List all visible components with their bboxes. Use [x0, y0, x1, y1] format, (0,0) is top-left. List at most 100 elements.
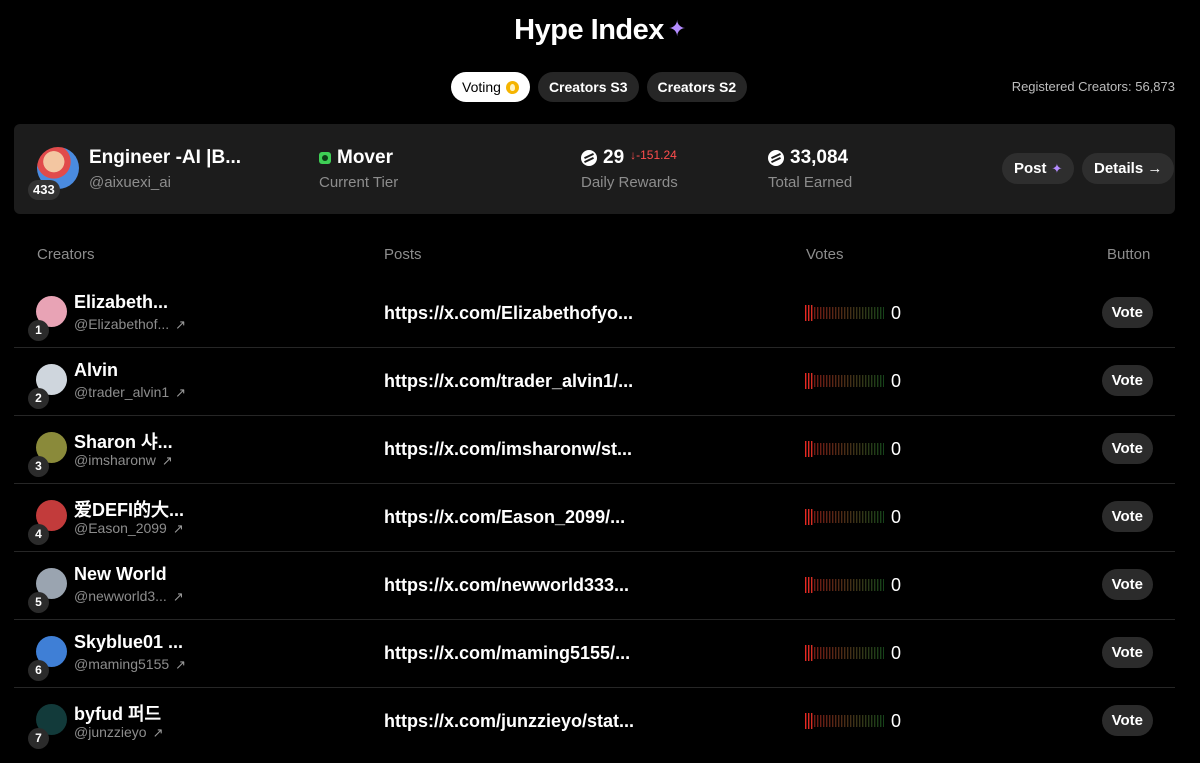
sparkle-icon: ✦	[1051, 160, 1063, 176]
vote-meter-tick	[847, 511, 849, 523]
vote-meter-tick	[859, 579, 861, 591]
creator-handle-link[interactable]: @imsharonw ↗	[74, 452, 173, 469]
vote-meter-tick	[823, 443, 825, 455]
vote-meter-tick	[841, 511, 843, 523]
vote-meter-tick	[847, 647, 849, 659]
vote-meter-tick	[874, 511, 876, 523]
vote-meter-tick	[829, 511, 831, 523]
tab-creators-s3[interactable]: Creators S3	[537, 72, 639, 102]
tier-value: Mover	[337, 147, 393, 168]
tab-voting[interactable]: Voting	[451, 72, 530, 102]
vote-meter-tick	[850, 443, 852, 455]
creator-handle-link[interactable]: @Elizabethof... ↗	[74, 316, 186, 333]
post-link[interactable]: https://x.com/maming5155/...	[384, 643, 630, 664]
creator-handle-link[interactable]: @maming5155 ↗	[74, 656, 186, 673]
post-button-label: Post	[1014, 160, 1047, 177]
vote-button[interactable]: Vote	[1101, 705, 1153, 736]
vote-meter-tick	[862, 443, 864, 455]
vote-button[interactable]: Vote	[1101, 297, 1153, 328]
vote-meter-tick	[847, 307, 849, 319]
rank-badge: 6	[28, 660, 49, 681]
vote-meter-tick	[832, 511, 834, 523]
vote-meter-tick	[820, 375, 822, 387]
vote-meter-tick	[826, 511, 828, 523]
daily-rewards-value: 29	[603, 147, 625, 168]
vote-meter-tick	[838, 511, 840, 523]
table-row: 5 New World @newworld3... ↗ https://x.com…	[14, 552, 1175, 620]
vote-button[interactable]: Vote	[1101, 569, 1153, 600]
vote-meter-tick	[811, 577, 813, 593]
post-link[interactable]: https://x.com/junzzieyo/stat...	[384, 711, 634, 732]
vote-meter-tick	[805, 305, 807, 321]
token-icon	[768, 150, 784, 166]
post-link[interactable]: https://x.com/trader_alvin1/...	[384, 371, 633, 392]
vote-meter-tick	[877, 511, 879, 523]
vote-button[interactable]: Vote	[1101, 637, 1153, 668]
tab-creators-s2-label: Creators S2	[657, 79, 737, 95]
vote-button[interactable]: Vote	[1101, 433, 1153, 464]
vote-meter-tick	[877, 307, 879, 319]
vote-meter-tick	[844, 307, 846, 319]
post-link[interactable]: https://x.com/Elizabethofyo...	[384, 303, 633, 324]
post-link[interactable]: https://x.com/Eason_2099/...	[384, 507, 625, 528]
vote-meter-tick	[805, 577, 807, 593]
vote-meter-tick	[838, 647, 840, 659]
vote-meter-tick	[814, 647, 816, 659]
vote-meter-tick	[865, 511, 867, 523]
vote-meter-tick	[808, 373, 810, 389]
vote-meter-tick	[847, 443, 849, 455]
post-link[interactable]: https://x.com/imsharonw/st...	[384, 439, 632, 460]
vote-button[interactable]: Vote	[1101, 365, 1153, 396]
vote-meter-tick	[871, 511, 873, 523]
table-row: 3 Sharon 샤... @imsharonw ↗ https://x.com/…	[14, 416, 1175, 484]
vote-button[interactable]: Vote	[1101, 501, 1153, 532]
vote-meter-tick	[829, 443, 831, 455]
details-button[interactable]: Details →	[1082, 153, 1175, 184]
page-title-text: Hype Index	[514, 14, 664, 46]
vote-meter-tick	[832, 443, 834, 455]
vote-meter-tick	[823, 647, 825, 659]
vote-meter-tick	[850, 647, 852, 659]
vote-meter	[805, 509, 884, 525]
post-link[interactable]: https://x.com/newworld333...	[384, 575, 629, 596]
vote-meter-tick	[841, 647, 843, 659]
vote-meter-tick	[883, 579, 884, 591]
vote-meter-tick	[835, 579, 837, 591]
vote-meter-tick	[871, 375, 873, 387]
vote-meter-tick	[820, 443, 822, 455]
vote-meter-tick	[841, 375, 843, 387]
column-header-posts: Posts	[384, 246, 422, 263]
vote-meter-tick	[832, 647, 834, 659]
vote-meter-tick	[880, 443, 882, 455]
creator-handle-link[interactable]: @newworld3... ↗	[74, 588, 184, 605]
creator-handle-link[interactable]: @Eason_2099 ↗	[74, 520, 184, 537]
tier-label: Current Tier	[319, 174, 399, 191]
creator-handle-link[interactable]: @junzzieyo ↗	[74, 724, 163, 741]
vote-meter-tick	[883, 307, 884, 319]
vote-meter-tick	[832, 307, 834, 319]
vote-meter-tick	[817, 307, 819, 319]
flame-icon	[505, 80, 519, 94]
vote-meter-tick	[823, 715, 825, 727]
tab-creators-s2[interactable]: Creators S2	[646, 72, 748, 102]
vote-meter-tick	[859, 375, 861, 387]
vote-meter-tick	[880, 307, 882, 319]
table-row: 4 爱DEFI的大... @Eason_2099 ↗ https://x.com/…	[14, 484, 1175, 552]
vote-meter-tick	[808, 645, 810, 661]
profile-rank-badge: 433	[28, 180, 60, 200]
vote-meter-tick	[808, 509, 810, 525]
creator-handle-link[interactable]: @trader_alvin1 ↗	[74, 384, 186, 401]
vote-count: 0	[891, 643, 902, 663]
vote-meter-tick	[811, 373, 813, 389]
table-row: 2 Alvin @trader_alvin1 ↗ https://x.com/tr…	[14, 348, 1175, 416]
vote-meter-tick	[856, 579, 858, 591]
vote-meter-tick	[823, 375, 825, 387]
vote-meter-tick	[883, 647, 884, 659]
vote-meter-tick	[850, 511, 852, 523]
vote-meter-tick	[865, 715, 867, 727]
total-earned-stat: 33,084 Total Earned	[768, 147, 852, 191]
vote-meter-tick	[850, 579, 852, 591]
creator-handle: @junzzieyo	[74, 724, 147, 740]
post-button[interactable]: Post ✦	[1002, 153, 1075, 184]
vote-meter-tick	[835, 307, 837, 319]
